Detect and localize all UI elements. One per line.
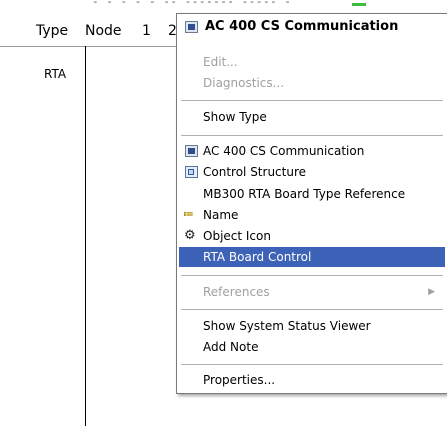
menu-item-diagnostics[interactable]: Diagnostics... [177, 73, 447, 93]
column-header-node[interactable]: Node [85, 23, 122, 39]
menu-item-ac400[interactable]: AC 400 CS Communication [177, 141, 447, 161]
menu-separator [181, 309, 443, 310]
menu-item-label: Show System Status Viewer [203, 319, 371, 333]
menu-item-show-type[interactable]: Show Type [177, 107, 447, 127]
menu-item-label: Show Type [203, 110, 267, 124]
table-row-type-cell[interactable]: RTA [44, 67, 66, 81]
column-header-1[interactable]: 1 [142, 23, 151, 39]
menu-item-object-icon[interactable]: ⚙ Object Icon [177, 226, 447, 246]
top-strip-text: - - - - - -- ------- ----- - [92, 0, 292, 8]
menu-title: AC 400 CS Communication [177, 17, 447, 37]
menu-separator [181, 364, 443, 365]
menu-separator [181, 135, 443, 136]
menu-item-label: References [203, 285, 270, 299]
menu-item-show-system-status-viewer[interactable]: Show System Status Viewer [177, 316, 447, 336]
top-strip: - - - - - -- ------- ----- - [0, 0, 447, 12]
menu-item-properties[interactable]: Properties... [177, 370, 447, 390]
communication-icon [185, 145, 198, 157]
submenu-arrow-icon: ▶ [428, 287, 435, 297]
menu-item-label: Edit... [203, 55, 238, 69]
menu-item-references[interactable]: References ▶ [177, 282, 447, 302]
context-menu: AC 400 CS Communication Edit... Diagnost… [176, 13, 447, 394]
communication-icon [185, 21, 198, 33]
menu-item-label: RTA Board Control [203, 250, 312, 264]
gear-icon: ⚙ [184, 228, 196, 243]
column-header-type[interactable]: Type [36, 23, 68, 39]
menu-separator [181, 275, 443, 276]
menu-item-label: Control Structure [203, 165, 307, 179]
menu-item-rta-board-control[interactable]: RTA Board Control [179, 247, 445, 267]
column-divider [85, 46, 86, 426]
control-structure-icon [185, 166, 198, 178]
menu-item-label: MB300 RTA Board Type Reference [203, 187, 406, 201]
menu-item-mb300[interactable]: MB300 RTA Board Type Reference [177, 184, 447, 204]
menu-item-name[interactable]: ≔ Name [177, 205, 447, 225]
status-indicator [352, 3, 366, 6]
menu-item-label: Diagnostics... [203, 76, 285, 90]
menu-title-label: AC 400 CS Communication [205, 19, 399, 34]
menu-item-label: Name [203, 208, 239, 222]
menu-separator [181, 100, 443, 101]
menu-item-label: Add Note [203, 340, 259, 354]
menu-item-add-note[interactable]: Add Note [177, 337, 447, 357]
menu-item-label: Object Icon [203, 229, 271, 243]
menu-item-label: Properties... [203, 373, 276, 387]
name-tag-icon: ≔ [183, 209, 194, 220]
menu-item-edit[interactable]: Edit... [177, 52, 447, 72]
menu-item-control-structure[interactable]: Control Structure [177, 162, 447, 182]
menu-item-label: AC 400 CS Communication [203, 144, 365, 158]
